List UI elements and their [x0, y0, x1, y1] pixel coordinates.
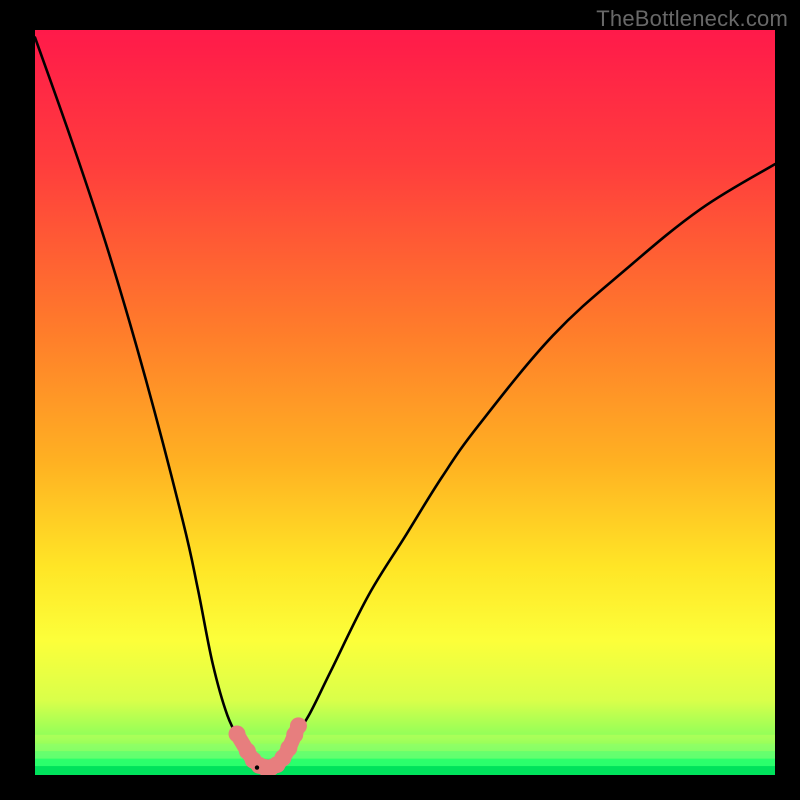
green-band: [35, 735, 775, 775]
attribution-label: TheBottleneck.com: [596, 6, 788, 32]
heat-gradient-bg: [35, 30, 775, 775]
plot-area: [35, 30, 775, 775]
chart-frame: TheBottleneck.com: [0, 0, 800, 800]
bottleneck-chart: [35, 30, 775, 775]
